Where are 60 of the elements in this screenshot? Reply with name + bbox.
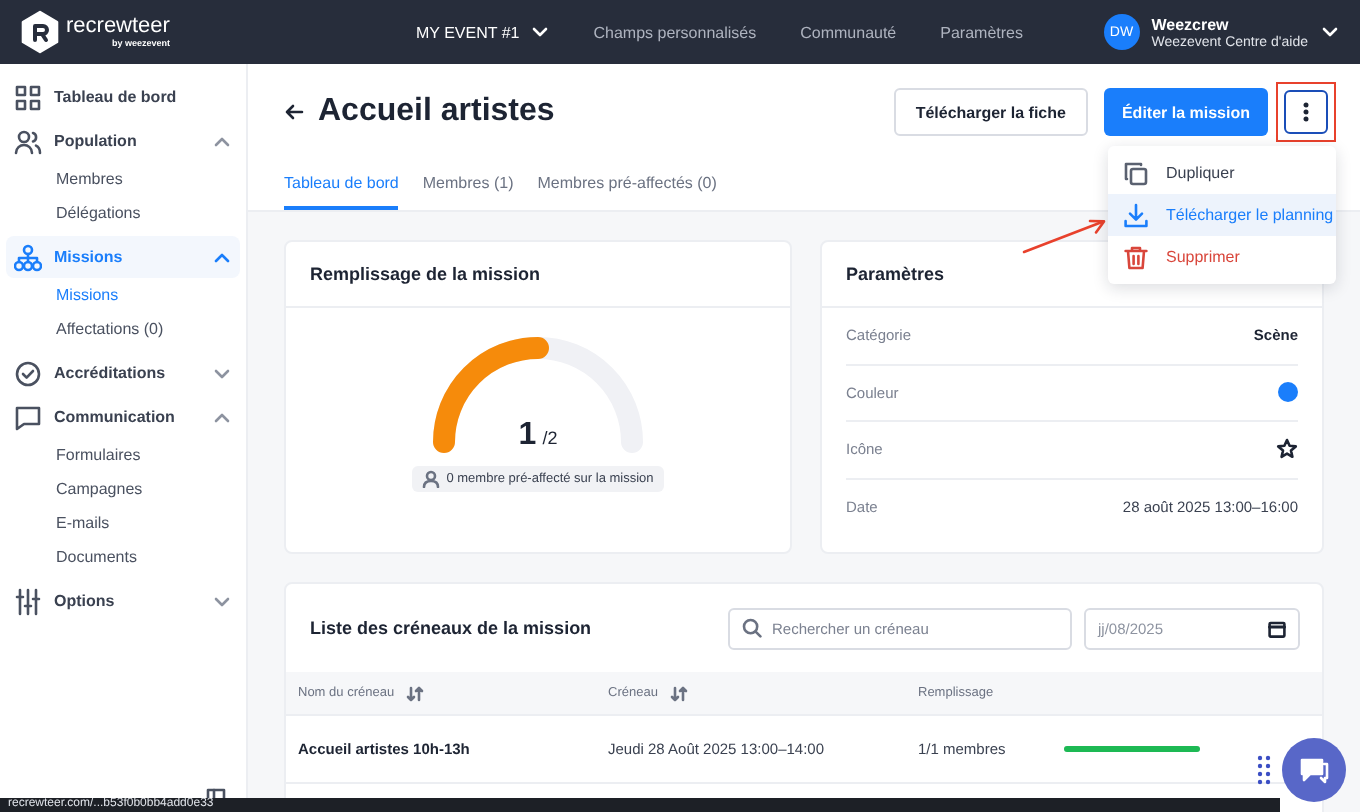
event-dropdown[interactable]: MY EVENT #1	[416, 22, 550, 42]
sidebar-item[interactable]: Population	[6, 120, 240, 162]
more-icon	[1302, 102, 1310, 122]
trash-icon	[1122, 243, 1150, 271]
sidebar-subitem[interactable]: Missions	[6, 278, 240, 312]
menu-item[interactable]: Télécharger le planning	[1108, 194, 1336, 236]
sidebar-subitem[interactable]: Membres	[6, 162, 240, 196]
nav-link[interactable]: Paramètres	[940, 23, 1023, 41]
sidebar-subitem[interactable]: Documents	[6, 540, 240, 574]
hierarchy-icon	[14, 243, 42, 271]
sidebar-item[interactable]: Options	[6, 580, 240, 622]
sidebar-item[interactable]: Tableau de bord	[6, 76, 240, 118]
sidebar-subitem[interactable]: Formulaires	[6, 438, 240, 472]
chat-icon	[14, 403, 42, 431]
sidebar-subitem[interactable]: Affectations (0)	[6, 312, 240, 346]
sort-icon	[406, 685, 425, 701]
sidebar-subitem[interactable]: Délégations	[6, 196, 240, 230]
drag-handle-icon	[1256, 754, 1272, 790]
sidebar-subitem[interactable]: Campagnes	[6, 472, 240, 506]
tab[interactable]: Tableau de bord	[284, 170, 399, 210]
chat-icon	[1298, 756, 1330, 784]
download-button[interactable]: Télécharger la fiche	[893, 88, 1088, 136]
user-name: Weezcrew	[1151, 15, 1231, 33]
search-icon	[742, 618, 762, 638]
menu-item[interactable]: Dupliquer	[1108, 152, 1336, 194]
card-title: Paramètres	[846, 264, 945, 284]
sort-icon	[669, 685, 688, 701]
sidebar-subitem[interactable]: E-mails	[6, 506, 240, 540]
person-icon	[422, 470, 441, 488]
highlight-box	[1276, 82, 1336, 142]
logo-icon	[20, 10, 60, 54]
sidebar-item[interactable]: Communication	[6, 396, 240, 438]
sidebar-item[interactable]: Accréditations	[6, 352, 240, 394]
card-title: Remplissage de la mission	[310, 264, 541, 284]
page-title: Accueil artistes	[318, 94, 555, 130]
menu-item[interactable]: Supprimer	[1108, 236, 1336, 278]
more-button[interactable]	[1284, 90, 1328, 134]
nav-link[interactable]: Champs personnalisés	[593, 23, 757, 41]
copy-icon	[1122, 159, 1150, 187]
sliders-icon	[14, 587, 42, 615]
people-icon	[14, 127, 42, 155]
check-circle-icon	[14, 359, 42, 387]
nav-link[interactable]: Communauté	[800, 23, 897, 41]
chevron-down-icon	[1320, 22, 1340, 42]
sidebar-item[interactable]: Missions	[6, 236, 240, 278]
chat-button[interactable]	[1282, 738, 1346, 802]
tab[interactable]: Membres (1)	[422, 170, 514, 210]
filled-count: 1	[518, 418, 537, 454]
edit-button[interactable]: Éditer la mission	[1103, 88, 1268, 136]
tab[interactable]: Membres pré-affectés (0)	[537, 170, 717, 210]
annotation-arrow	[1022, 216, 1110, 256]
card-title: Liste des créneaux de la mission	[310, 618, 594, 638]
back-arrow-icon	[284, 102, 304, 122]
download-icon	[1122, 201, 1150, 229]
grid-icon	[14, 83, 42, 111]
brand-name: recrewteer	[66, 16, 170, 38]
calendar-icon	[1268, 619, 1286, 637]
total-count: /2	[542, 428, 558, 448]
chevron-down-icon	[529, 22, 550, 42]
star-icon	[1276, 438, 1298, 461]
